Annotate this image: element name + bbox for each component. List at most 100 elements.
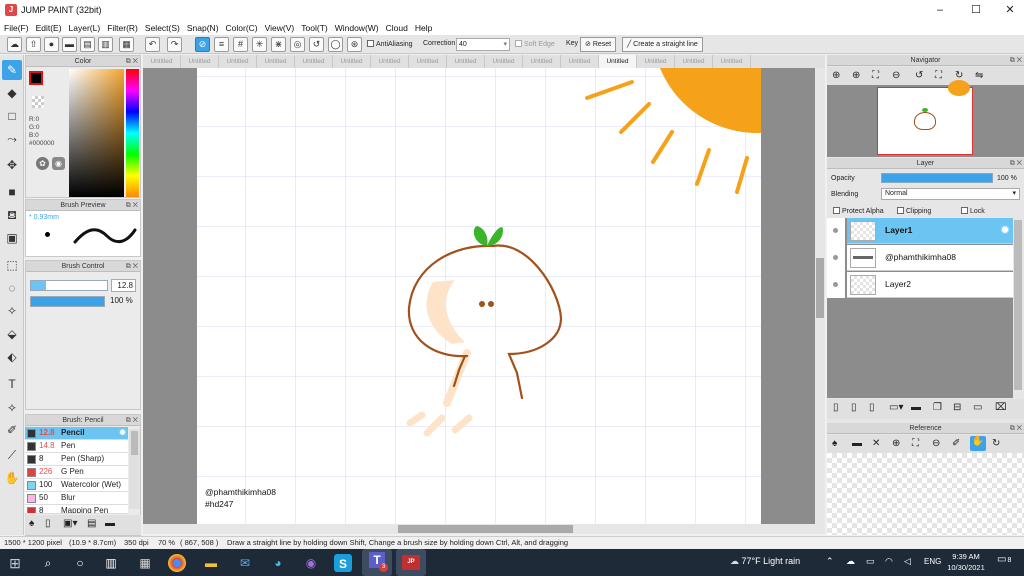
grid-layout-icon[interactable]: ▦ bbox=[119, 37, 134, 52]
brush-settings-icon[interactable]: ▤ bbox=[87, 518, 96, 529]
clear-layer-icon[interactable]: ▭ bbox=[973, 402, 982, 413]
eyedropper-icon[interactable]: ✐ bbox=[2, 420, 22, 440]
tab-untitled[interactable]: Untitled bbox=[485, 55, 523, 68]
merge-layer-icon[interactable]: ⊟ bbox=[953, 402, 961, 413]
curve-tool-icon[interactable]: ⤳ bbox=[2, 129, 22, 149]
brush-menu-icon[interactable]: ▣▾ bbox=[63, 518, 77, 529]
reference-cloud-icon[interactable]: ♠ bbox=[832, 438, 837, 449]
panel-buttons-icon[interactable]: ⧉ ✕ bbox=[1010, 424, 1022, 433]
duplicate-layer-icon[interactable]: ▯ bbox=[869, 402, 875, 413]
menu-layer[interactable]: Layer(L) bbox=[65, 23, 104, 33]
reference-rotate-icon[interactable]: ↻ bbox=[992, 438, 1000, 449]
brush-opacity-slider[interactable] bbox=[30, 296, 105, 307]
brush-item-blur[interactable]: 50 Blur bbox=[25, 492, 128, 505]
eraser-tool-icon[interactable]: ◆ bbox=[2, 83, 22, 103]
store-icon[interactable]: ▦ bbox=[135, 553, 155, 573]
visibility-icon[interactable] bbox=[833, 282, 838, 287]
fit-window-icon[interactable]: ⛶ bbox=[872, 70, 879, 81]
menu-snap[interactable]: Snap(N) bbox=[183, 23, 222, 33]
cloud-icon[interactable]: ☁ bbox=[7, 37, 22, 52]
brush-item-pen-sharp[interactable]: 8 Pen (Sharp) bbox=[25, 453, 128, 466]
close-icon[interactable]: ✕ bbox=[993, 0, 1024, 20]
comment-icon[interactable]: ● bbox=[44, 37, 59, 52]
panel-buttons-icon[interactable]: ⧉ ✕ bbox=[126, 416, 138, 425]
tab-untitled[interactable]: Untitled bbox=[599, 55, 637, 68]
menu-cloud[interactable]: Cloud bbox=[382, 23, 411, 33]
antialiasing-checkbox[interactable] bbox=[367, 40, 374, 47]
select-rect-icon[interactable]: ⬚ bbox=[2, 255, 22, 275]
tab-untitled[interactable]: Untitled bbox=[333, 55, 371, 68]
tab-untitled[interactable]: Untitled bbox=[219, 55, 257, 68]
canvas-paper[interactable]: @phamthikimha08 #hd247 bbox=[197, 68, 761, 524]
folder-icon[interactable]: ▬ bbox=[105, 518, 115, 529]
layer-row-layer2[interactable]: Layer2 bbox=[847, 272, 1013, 298]
lock-checkbox[interactable] bbox=[961, 207, 968, 214]
rotate-left-icon[interactable]: ↺ bbox=[915, 70, 923, 81]
zoom-fit-icon[interactable]: ⊕ bbox=[832, 70, 840, 81]
reset-button[interactable]: ⊘ Reset bbox=[580, 37, 617, 52]
trash-icon[interactable]: ⌧ bbox=[995, 402, 1007, 413]
language-indicator[interactable]: ENG bbox=[924, 557, 941, 566]
teams-button[interactable]: T3 bbox=[362, 549, 392, 576]
layer-opacity-slider[interactable] bbox=[881, 173, 993, 183]
background-color-swatch[interactable] bbox=[32, 96, 44, 108]
cloud-brush-icon[interactable]: ♠ bbox=[29, 518, 34, 529]
brush-item-mapping-pen[interactable]: 8 Mapping Pen bbox=[25, 505, 128, 514]
magic-wand-icon[interactable]: ✧ bbox=[2, 301, 22, 321]
shape-tool-icon[interactable]: ■ bbox=[2, 182, 22, 202]
tab-untitled[interactable]: Untitled bbox=[181, 55, 219, 68]
menu-edit[interactable]: Edit(E) bbox=[32, 23, 65, 33]
protect-alpha-toggle[interactable]: Protect Alpha bbox=[833, 207, 884, 215]
volume-icon[interactable]: ◁ bbox=[904, 556, 911, 567]
panel-buttons-icon[interactable]: ⧉ ✕ bbox=[126, 201, 138, 210]
tab-untitled[interactable]: Untitled bbox=[637, 55, 675, 68]
brush-size-slider[interactable] bbox=[30, 280, 108, 291]
navigator-view[interactable] bbox=[827, 80, 1024, 157]
pen-tool-icon[interactable]: ✎ bbox=[2, 60, 22, 80]
snap-concentric-icon[interactable]: ◎ bbox=[290, 37, 305, 52]
fill-tool-icon[interactable]: ⛾ bbox=[2, 205, 22, 225]
select-pen-icon[interactable]: ⬙ bbox=[2, 324, 22, 344]
reference-hand-icon[interactable]: ✋ bbox=[970, 436, 986, 451]
visibility-icon[interactable] bbox=[833, 255, 838, 260]
menu-tool[interactable]: Tool(T) bbox=[297, 23, 330, 33]
rectangle-tool-icon[interactable]: □ bbox=[2, 106, 22, 126]
straight-line-button[interactable]: ╱ Create a straight line bbox=[622, 37, 703, 52]
clipping-toggle[interactable]: Clipping bbox=[897, 207, 931, 215]
reset-rotation-icon[interactable]: ⛶ bbox=[935, 70, 942, 81]
new-layer-folder-icon[interactable]: ▯ bbox=[851, 402, 857, 413]
reference-zoom-out-icon[interactable]: ⊖ bbox=[932, 438, 940, 449]
select-eraser-icon[interactable]: ⬖ bbox=[2, 347, 22, 367]
blending-select[interactable]: Normal ▾ bbox=[881, 188, 1020, 200]
palette-icon[interactable]: ✿ bbox=[36, 157, 49, 170]
lock-toggle[interactable]: Lock bbox=[961, 207, 985, 215]
snap-cross-icon[interactable]: ⋇ bbox=[271, 37, 286, 52]
brush-item-watercolor[interactable]: 100 Watercolor (Wet) bbox=[25, 479, 128, 492]
gradient-tool-icon[interactable]: ▣ bbox=[2, 228, 22, 248]
menu-help[interactable]: Help bbox=[411, 23, 435, 33]
visibility-icon[interactable] bbox=[833, 228, 838, 233]
panel-buttons-icon[interactable]: ⧉ ✕ bbox=[126, 262, 138, 271]
snap-settings-icon[interactable]: ⊛ bbox=[347, 37, 362, 52]
task-view-icon[interactable]: ○ bbox=[70, 553, 90, 573]
flip-icon[interactable]: ⇋ bbox=[975, 70, 983, 81]
zoom-in-icon[interactable]: ⊕ bbox=[852, 70, 860, 81]
menu-view[interactable]: View(V) bbox=[261, 23, 298, 33]
correction-input[interactable]: 40 ▾ bbox=[456, 38, 510, 51]
windows-start-icon[interactable]: ⊞ bbox=[5, 553, 25, 573]
reference-fit-icon[interactable]: ⛶ bbox=[912, 438, 919, 449]
move-tool-icon[interactable]: ✥ bbox=[2, 155, 22, 175]
layer-row-layer1[interactable]: Layer1 ✹ bbox=[847, 218, 1013, 244]
operation-tool-icon[interactable]: ⟡ bbox=[2, 397, 22, 417]
horizontal-scrollbar[interactable] bbox=[143, 524, 825, 534]
messenger-icon[interactable]: ◉ bbox=[301, 553, 321, 573]
tab-untitled[interactable]: Untitled bbox=[295, 55, 333, 68]
new-layer-icon[interactable]: ▯ bbox=[833, 402, 839, 413]
menu-select[interactable]: Select(S) bbox=[141, 23, 183, 33]
new-brush-icon[interactable]: ▯ bbox=[45, 518, 51, 529]
reference-open-icon[interactable]: ▬ bbox=[852, 438, 862, 449]
tab-untitled[interactable]: Untitled bbox=[713, 55, 751, 68]
tab-untitled[interactable]: Untitled bbox=[409, 55, 447, 68]
protect-alpha-checkbox[interactable] bbox=[833, 207, 840, 214]
foreground-color-swatch[interactable] bbox=[29, 71, 43, 85]
